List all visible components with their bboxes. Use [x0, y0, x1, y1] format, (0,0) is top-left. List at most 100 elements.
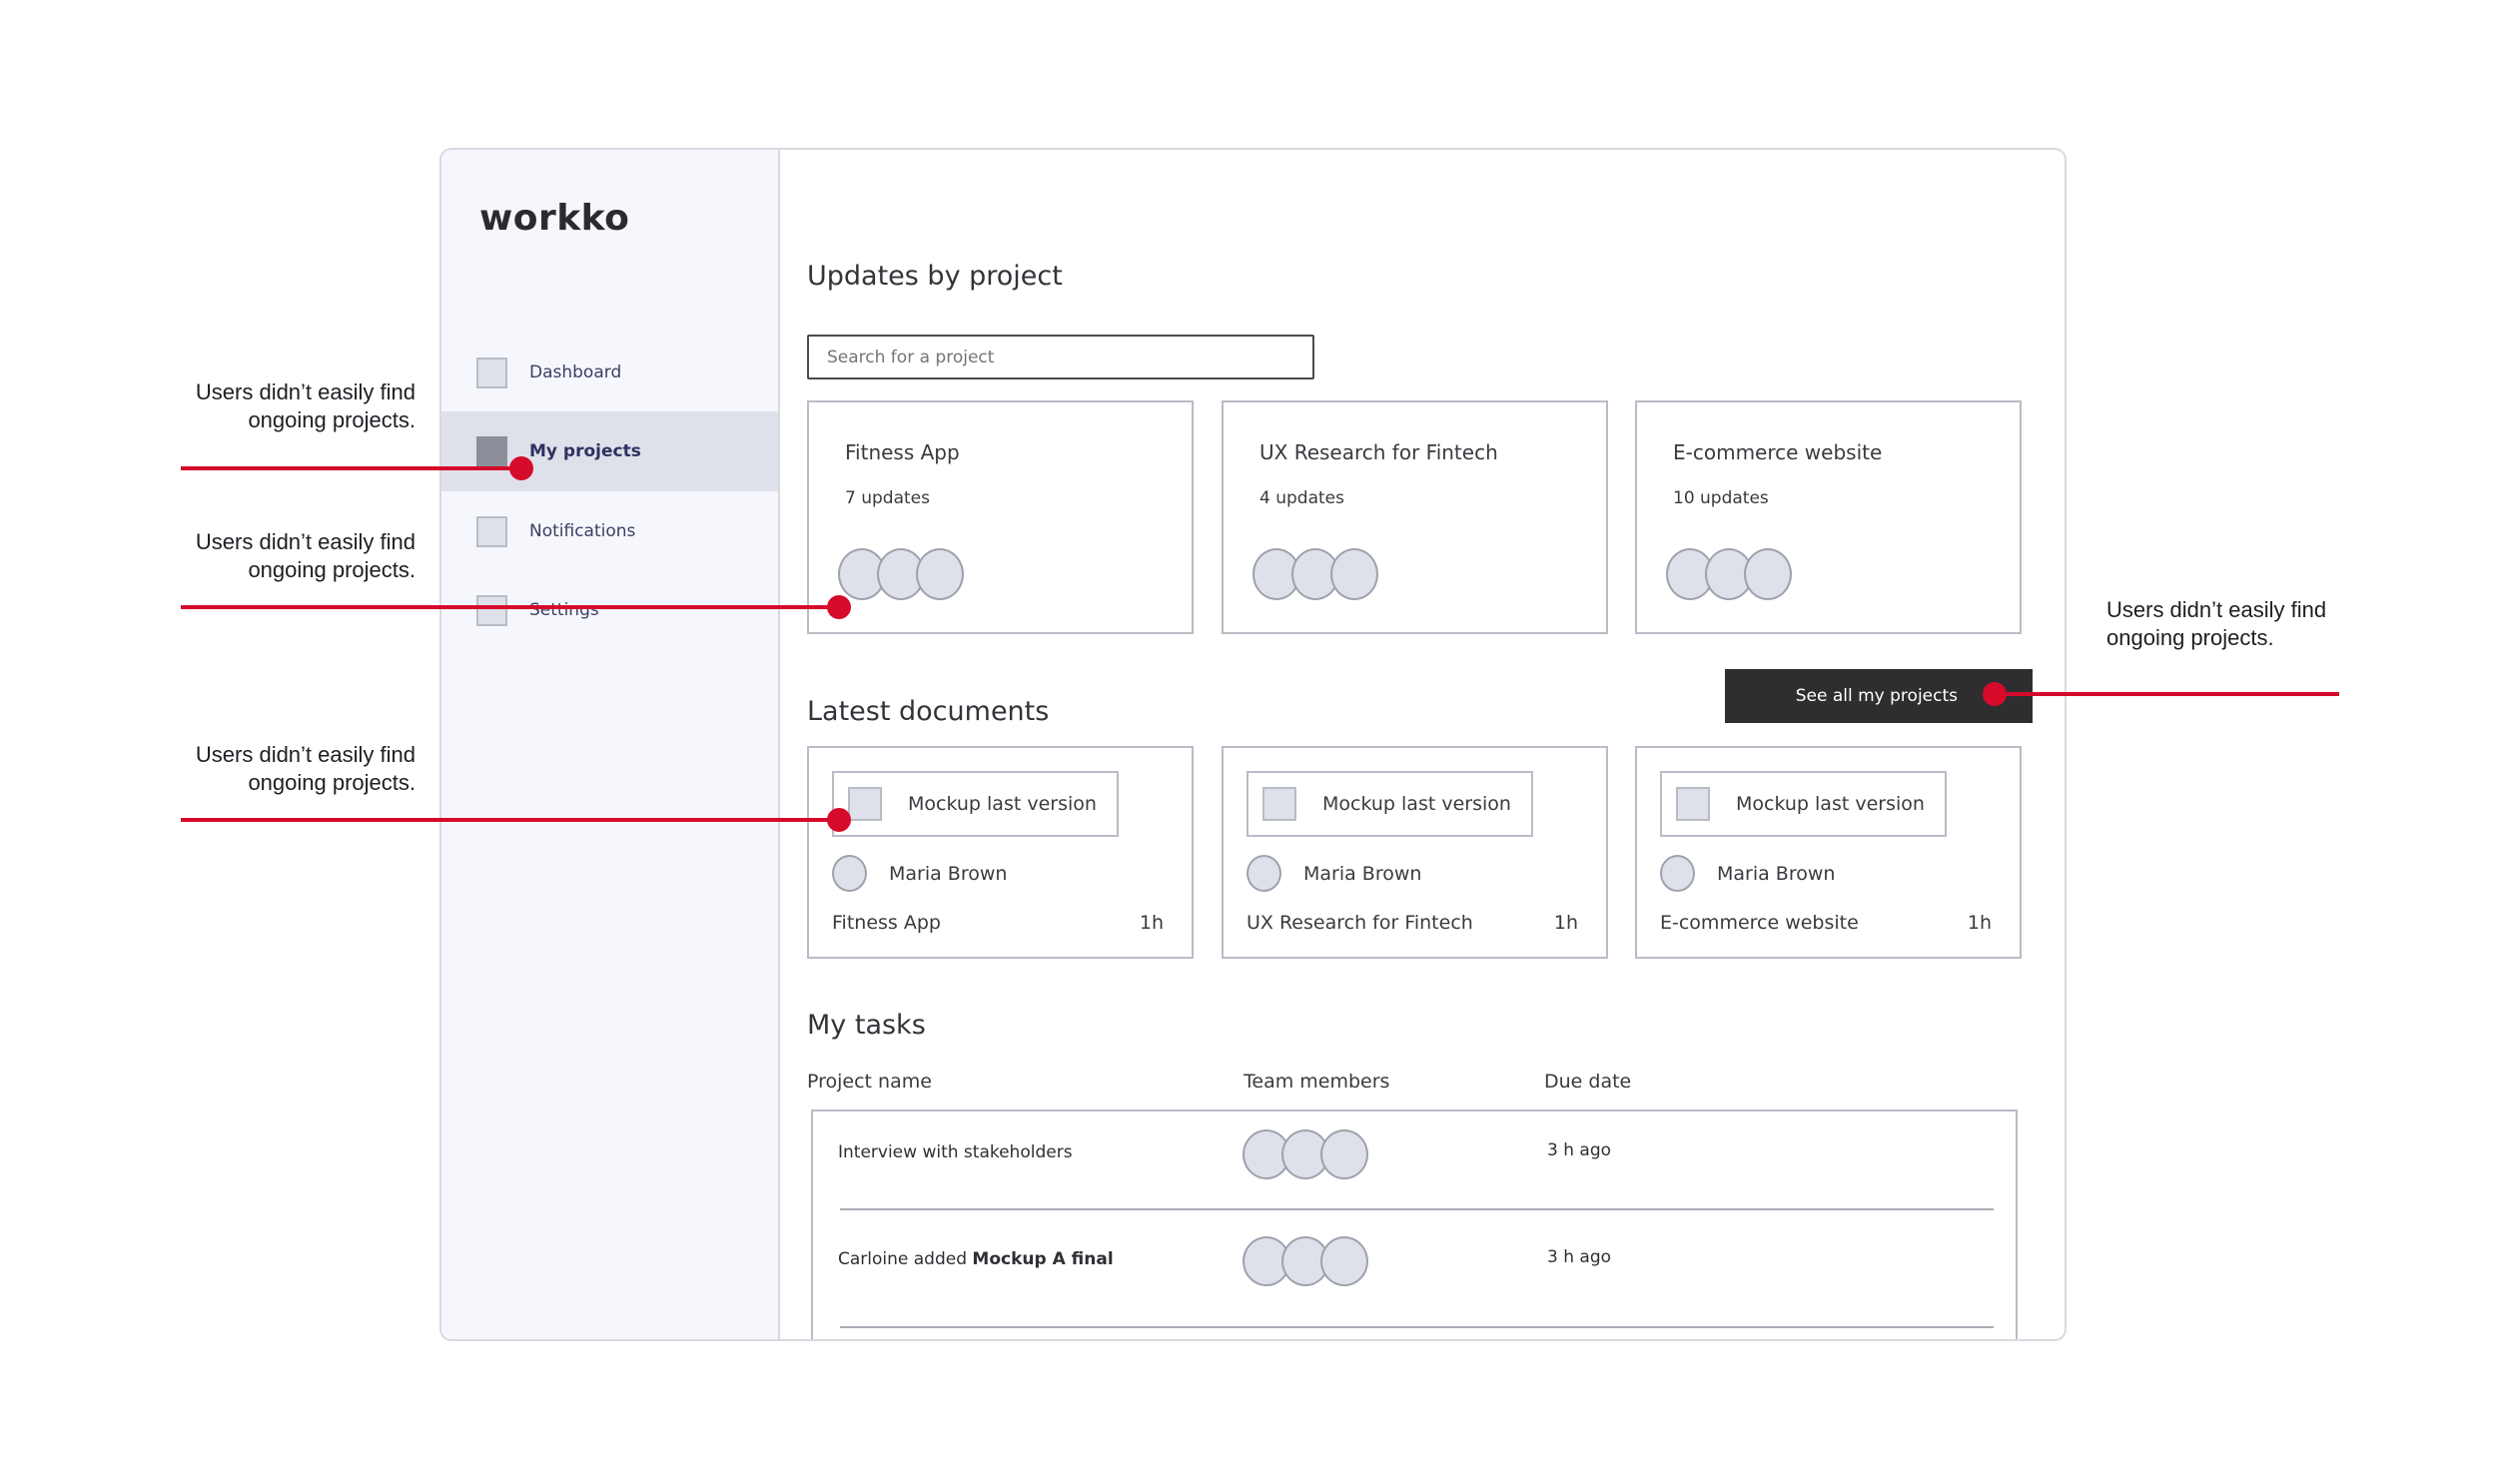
- projects-icon: [476, 435, 507, 467]
- sidebar-item-settings[interactable]: Settings: [441, 570, 778, 650]
- sidebar-item-notifications[interactable]: Notifications: [441, 491, 778, 571]
- project-card-ecommerce[interactable]: E-commerce website 10 updates: [1635, 400, 2022, 634]
- avatar: [1744, 548, 1792, 600]
- sidebar-item-label: Notifications: [529, 521, 636, 541]
- update-count: 7 updates: [845, 488, 930, 508]
- project-card-fitness-app[interactable]: Fitness App 7 updates: [807, 400, 1194, 634]
- table-row[interactable]: Interview with stakeholders 3 h ago: [813, 1112, 2016, 1219]
- avatar-group: [838, 548, 964, 600]
- annotation-note: Users didn’t easily find ongoing project…: [2106, 596, 2326, 652]
- task-due-date: 3 h ago: [1547, 1140, 1612, 1160]
- doc-author: Maria Brown: [1247, 855, 1421, 892]
- annotation-text: ongoing projects.: [248, 557, 416, 582]
- author-name: Maria Brown: [889, 862, 1008, 885]
- annotation-marker: [1983, 682, 2007, 706]
- annotation-text: Users didn’t easily find: [195, 379, 416, 404]
- annotation-marker: [827, 595, 851, 619]
- avatar: [1320, 1129, 1368, 1179]
- project-name: E-commerce website: [1673, 440, 1883, 464]
- sidebar-item-my-projects[interactable]: My projects: [441, 411, 778, 491]
- author-name: Maria Brown: [1717, 862, 1836, 885]
- doc-author: Maria Brown: [1660, 855, 1835, 892]
- avatar: [832, 855, 867, 892]
- app-logo: workko: [479, 198, 630, 239]
- annotation-note: Users didn’t easily find ongoing project…: [116, 378, 416, 434]
- update-count: 10 updates: [1673, 488, 1769, 508]
- avatar-group: [1243, 1236, 1368, 1286]
- annotation-marker: [827, 808, 851, 832]
- file-icon: [1262, 787, 1296, 821]
- column-header-team-members[interactable]: Team members: [1244, 1071, 1389, 1093]
- column-header-due-date[interactable]: Due date: [1544, 1071, 1631, 1093]
- updates-title: Updates by project: [807, 261, 1063, 292]
- sidebar-item-label: Dashboard: [529, 363, 622, 382]
- doc-project-name: Fitness App: [832, 912, 941, 934]
- annotation-text: ongoing projects.: [248, 407, 416, 432]
- annotation-line: [181, 466, 520, 470]
- project-name: UX Research for Fintech: [1259, 440, 1498, 464]
- avatar: [1247, 855, 1281, 892]
- update-count: 4 updates: [1259, 488, 1344, 508]
- doc-time: 1h: [1967, 912, 1992, 934]
- avatar-group: [1243, 1129, 1368, 1179]
- doc-project-name: UX Research for Fintech: [1247, 912, 1473, 934]
- app-window: workko Dashboard My projects Notificatio…: [439, 148, 2067, 1341]
- avatar: [916, 548, 964, 600]
- doc-card-ecommerce[interactable]: Mockup last version Maria Brown E-commer…: [1635, 746, 2022, 959]
- tasks-table: Interview with stakeholders 3 h ago Carl…: [811, 1110, 2018, 1339]
- sidebar-item-dashboard[interactable]: Dashboard: [441, 333, 778, 412]
- task-name-highlight: Mockup A final: [972, 1249, 1114, 1269]
- annotation-text: ongoing projects.: [2106, 625, 2274, 650]
- document-file[interactable]: Mockup last version: [1247, 771, 1533, 837]
- project-search-input[interactable]: [807, 335, 1314, 379]
- dashboard-icon: [476, 357, 507, 388]
- project-card-ux-research[interactable]: UX Research for Fintech 4 updates: [1222, 400, 1608, 634]
- doc-author: Maria Brown: [832, 855, 1007, 892]
- file-name: Mockup last version: [908, 793, 1097, 815]
- document-file[interactable]: Mockup last version: [1660, 771, 1947, 837]
- doc-time: 1h: [1553, 912, 1578, 934]
- file-name: Mockup last version: [1322, 793, 1511, 815]
- annotation-line: [181, 818, 838, 822]
- avatar-group: [1666, 548, 1792, 600]
- sidebar-item-label: My projects: [529, 441, 641, 461]
- document-file[interactable]: Mockup last version: [832, 771, 1119, 837]
- sidebar-item-label: Settings: [529, 600, 599, 620]
- file-name: Mockup last version: [1736, 793, 1925, 815]
- doc-time: 1h: [1139, 912, 1164, 934]
- task-due-date: 3 h ago: [1547, 1247, 1612, 1267]
- annotation-marker: [509, 456, 533, 480]
- task-name: Carloine added Mockup A final: [838, 1249, 1114, 1269]
- annotation-text: Users didn’t easily find: [195, 742, 416, 767]
- file-icon: [1676, 787, 1710, 821]
- project-name: Fitness App: [845, 440, 960, 464]
- avatar: [1330, 548, 1378, 600]
- annotation-note: Users didn’t easily find ongoing project…: [116, 741, 416, 797]
- doc-card-ux-research[interactable]: Mockup last version Maria Brown UX Resea…: [1222, 746, 1608, 959]
- doc-card-fitness-app[interactable]: Mockup last version Maria Brown Fitness …: [807, 746, 1194, 959]
- tasks-title: My tasks: [807, 1010, 926, 1041]
- documents-title: Latest documents: [807, 696, 1050, 727]
- row-divider: [840, 1326, 1994, 1328]
- avatar: [1660, 855, 1695, 892]
- task-name-text: Interview with stakeholders: [838, 1142, 1073, 1162]
- task-name-text: Carloine added: [838, 1249, 973, 1269]
- avatar: [1320, 1236, 1368, 1286]
- table-row[interactable]: Carloine added Mockup A final 3 h ago: [813, 1219, 2016, 1327]
- file-icon: [848, 787, 882, 821]
- annotation-text: Users didn’t easily find: [2106, 597, 2327, 622]
- avatar-group: [1252, 548, 1378, 600]
- annotation-text: Users didn’t easily find: [195, 529, 416, 554]
- annotation-line: [181, 605, 838, 609]
- author-name: Maria Brown: [1303, 862, 1422, 885]
- annotation-note: Users didn’t easily find ongoing project…: [116, 528, 416, 584]
- task-name: Interview with stakeholders: [838, 1142, 1073, 1162]
- sidebar: workko Dashboard My projects Notificatio…: [441, 150, 780, 1339]
- annotation-line: [1994, 692, 2339, 696]
- row-divider: [840, 1208, 1994, 1210]
- column-header-project-name[interactable]: Project name: [807, 1071, 932, 1093]
- notifications-icon: [476, 515, 507, 547]
- doc-project-name: E-commerce website: [1660, 912, 1859, 934]
- annotation-text: ongoing projects.: [248, 770, 416, 795]
- settings-icon: [476, 594, 507, 626]
